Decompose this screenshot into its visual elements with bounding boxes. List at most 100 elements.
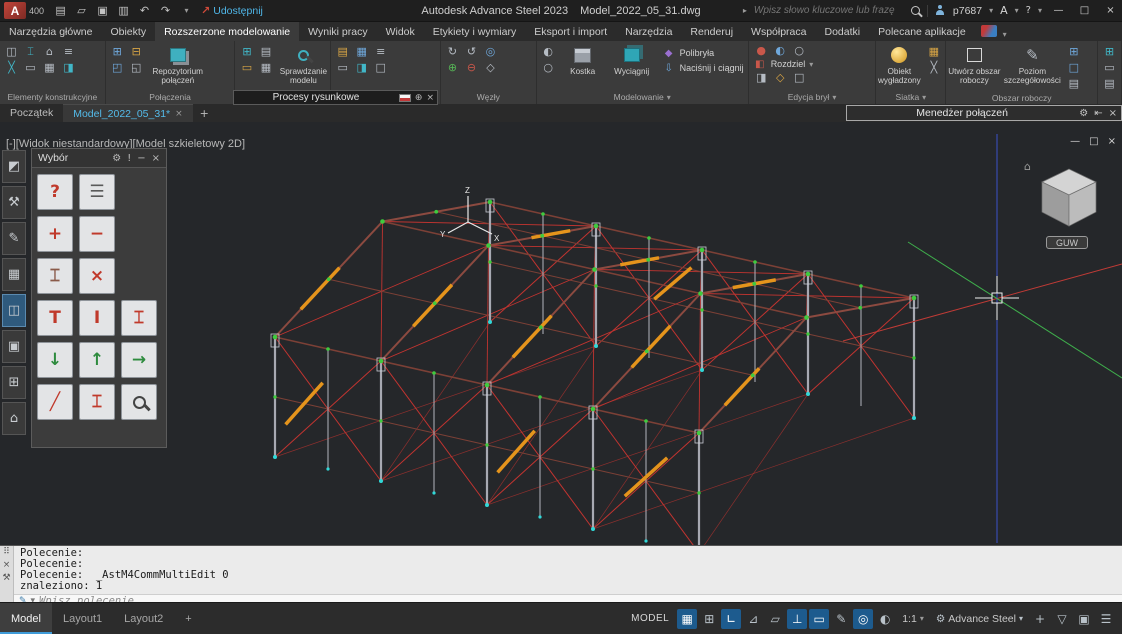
panel-label-polaczenia[interactable]: Połączenia	[106, 90, 235, 104]
new-file-icon[interactable]: ▤	[54, 4, 67, 17]
drawing-minimize-icon[interactable]: —	[1070, 136, 1080, 147]
connection-manager-titlebar[interactable]: Menedżer połączeń ⚙ ⇤ ×	[846, 105, 1122, 121]
viewcube-home-icon[interactable]: ⌂	[1024, 160, 1031, 173]
kostka-button[interactable]: Kostka	[560, 43, 606, 76]
search-icon[interactable]	[911, 6, 920, 15]
poziom-szczegolowosci-button[interactable]: ✎ Poziom szczegółowości	[1002, 43, 1062, 85]
taper-icon[interactable]: ◇	[772, 70, 789, 85]
palette-pomoc-button[interactable]: ?	[37, 174, 73, 210]
mesh-crease-icon[interactable]: ╳	[925, 60, 942, 75]
palette-gear-icon[interactable]: ⚙	[112, 153, 121, 164]
help-icon[interactable]: ?	[1026, 5, 1031, 16]
utworz-obszar-roboczy-button[interactable]: Utwórz obszar roboczy	[946, 43, 1002, 85]
hardware-accel-button[interactable]: ▣	[1074, 609, 1094, 629]
node-add-icon[interactable]: ⊕	[444, 60, 461, 75]
filter-button[interactable]: ▽	[1052, 609, 1072, 629]
obiekt-wygladzony-button[interactable]: Obiekt wygładzony	[876, 43, 922, 85]
workarea-grid-icon[interactable]: ⊞	[1065, 44, 1082, 59]
user-grid-icon[interactable]: ▦	[353, 44, 370, 59]
palette-strzalka-gora-button[interactable]: ↑	[79, 342, 115, 378]
overflow-icon-2[interactable]: ▭	[1101, 60, 1118, 75]
isodraft-toggle[interactable]: ▱	[765, 609, 785, 629]
drawing-viewport[interactable]: ZXY [-][Widok niestandardowy][Model szki…	[0, 122, 1122, 545]
palette-strzalka-dol-button[interactable]: ↓	[37, 342, 73, 378]
fillet-edge-icon[interactable]: ◨	[753, 70, 770, 85]
tab-poczatek[interactable]: Początek	[0, 104, 63, 122]
search-input[interactable]	[754, 5, 904, 16]
palette-usun-button[interactable]: −	[79, 216, 115, 252]
palette-polaczenie-podwojne-button[interactable]: ⌶	[121, 300, 157, 336]
command-grip[interactable]: ⠿ × ⚒	[0, 546, 14, 602]
dock-icon[interactable]: ⊕	[415, 93, 423, 103]
palette-minimize-icon[interactable]: −	[137, 153, 145, 164]
solid-ring-icon[interactable]: ○	[540, 60, 557, 75]
model-tool-icon[interactable]: ⊞	[238, 44, 255, 59]
floating-toolbar-procesy-rysunkowe[interactable]: Procesy rysunkowe ⊕ ×	[233, 90, 438, 105]
user-icon[interactable]	[935, 5, 946, 16]
tab-obiekty[interactable]: Obiekty	[101, 22, 155, 41]
username[interactable]: p7687	[953, 5, 982, 17]
tab-layout2[interactable]: Layout2	[113, 603, 174, 634]
joint-plate-icon[interactable]: ⊞	[109, 44, 126, 59]
palette-polaczenie-i-button[interactable]: I	[79, 300, 115, 336]
tab-widok[interactable]: Widok	[377, 22, 424, 41]
sprawdzanie-modelu-button[interactable]: Sprawdzanie modelu	[277, 43, 329, 85]
viewport-canvas[interactable]: ZXY	[0, 122, 1122, 545]
snap-toggle[interactable]: ⊞	[699, 609, 719, 629]
bracing-icon[interactable]: ╳	[3, 60, 20, 75]
drawing-close-icon[interactable]: ×	[1108, 136, 1116, 147]
tool-narzedzia[interactable]: ⚒	[2, 186, 26, 219]
annotation-visibility-toggle[interactable]: ◐	[875, 609, 895, 629]
tab-dodatki[interactable]: Dodatki	[816, 22, 870, 41]
lineweight-toggle[interactable]: ▭	[809, 609, 829, 629]
mesh-refine-icon[interactable]: ▦	[925, 44, 942, 59]
annotation-scale-button[interactable]: 1:1 ▾	[897, 609, 929, 629]
tool-widoki[interactable]: ▣	[2, 330, 26, 363]
model-space-button[interactable]: MODEL	[631, 613, 669, 624]
palette-szukaj-button[interactable]	[121, 384, 157, 420]
panel-label-elementy[interactable]: Elementy konstrukcyjne	[0, 90, 105, 104]
joint-corner-icon[interactable]: ◰	[109, 60, 126, 75]
overflow-icon-3[interactable]: ▤	[1101, 76, 1118, 91]
panel-label-modelowanie[interactable]: Modelowanie ▾	[537, 90, 748, 104]
apps-caret-icon[interactable]: ▾	[1015, 6, 1019, 15]
palette-profil-button[interactable]: ⌶	[37, 258, 73, 294]
palette-dodaj-button[interactable]: +	[37, 216, 73, 252]
share-button[interactable]: ↗ Udostępnij	[201, 4, 263, 17]
open-file-icon[interactable]: ▱	[75, 4, 88, 17]
osnap-toggle[interactable]: ⊥	[787, 609, 807, 629]
ribbon-caret-icon[interactable]: ▾	[1003, 27, 1007, 41]
joint-clip-icon[interactable]: ⊟	[128, 44, 145, 59]
model-grid-icon[interactable]: ▦	[257, 60, 274, 75]
tab-renderuj[interactable]: Renderuj	[681, 22, 742, 41]
dynamic-input-toggle[interactable]: ✎	[831, 609, 851, 629]
redo-icon[interactable]: ↷	[159, 4, 172, 17]
undo-icon[interactable]: ↶	[138, 4, 151, 17]
node-remove-icon[interactable]: ⊖	[463, 60, 480, 75]
panel-label-edycja-bryl[interactable]: Edycja brył ▾	[749, 90, 876, 104]
solid-history-icon[interactable]: ◐	[540, 44, 557, 59]
add-cleanup-button[interactable]: +	[1030, 609, 1050, 629]
panel-label-siatka[interactable]: Siatka ▾	[876, 90, 945, 104]
search-caret-icon[interactable]: ▸	[743, 6, 747, 15]
portal-frame-icon[interactable]: ⌂	[41, 44, 58, 59]
tab-eksport-import[interactable]: Eksport i import	[525, 22, 616, 41]
autodesk-app-icon[interactable]: A	[1000, 4, 1008, 17]
subtract-icon[interactable]: ◐	[772, 43, 789, 58]
tool-palety[interactable]: ◫	[2, 294, 26, 327]
palette-polaczenie-t-button[interactable]: T	[37, 300, 73, 336]
manager-settings-icon[interactable]: ⚙	[1079, 108, 1088, 119]
wyciagnij-button[interactable]: Wyciągnij	[606, 43, 658, 76]
customize-menu-button[interactable]: ☰	[1096, 609, 1116, 629]
rozdziel-button[interactable]: ◧ Rozdziel ▾	[753, 58, 814, 70]
manager-close-icon[interactable]: ×	[1109, 108, 1117, 119]
save-icon[interactable]: ▣	[96, 4, 109, 17]
user-box-icon[interactable]: □	[372, 60, 389, 75]
panel-label-wezly[interactable]: Węzły	[441, 90, 536, 104]
grip-icon[interactable]: ⠿	[3, 547, 10, 557]
repozytorium-polaczen-button[interactable]: Repozytorium połączeń	[148, 43, 208, 85]
palette-titlebar[interactable]: Wybór ⚙ ! − ×	[32, 149, 166, 168]
overflow-icon-1[interactable]: ⊞	[1101, 44, 1118, 59]
palette-usun-profil-button[interactable]: ×	[79, 258, 115, 294]
rotate-ccw-icon[interactable]: ↺	[463, 44, 480, 59]
